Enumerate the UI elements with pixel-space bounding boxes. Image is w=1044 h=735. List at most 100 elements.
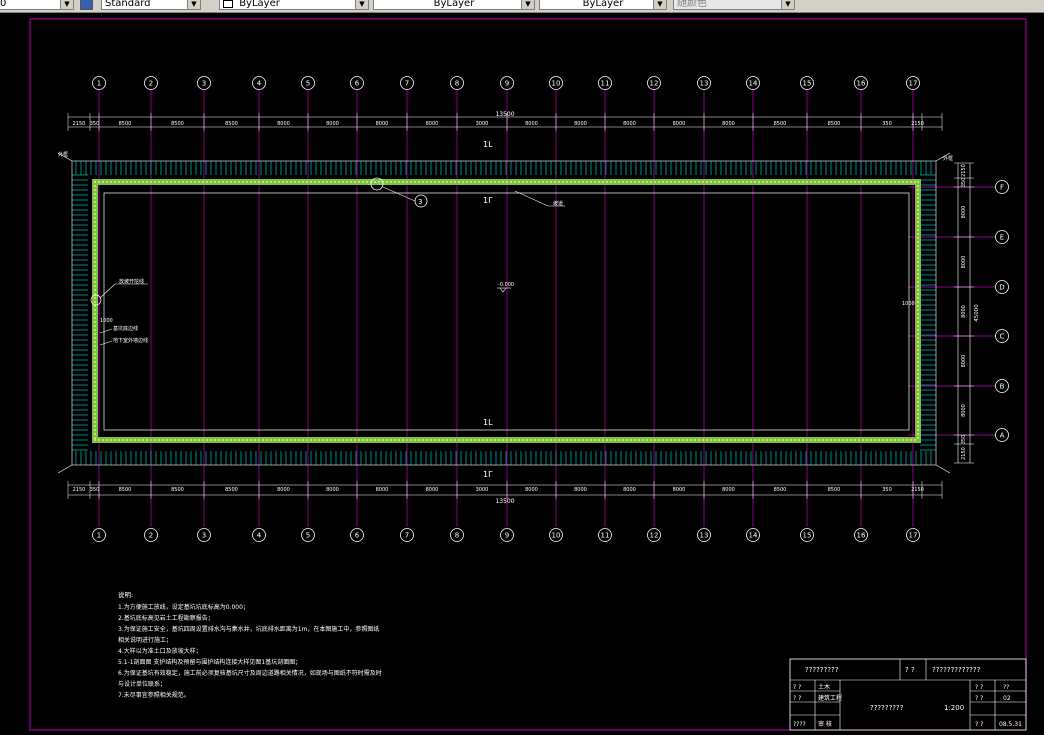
wall-dot (917, 237, 919, 239)
wall-dot (150, 181, 152, 183)
axis-label-top: 6 (355, 80, 360, 88)
wall-dot (458, 181, 460, 183)
wall-dot (222, 439, 224, 441)
chevron-down-icon[interactable]: ▼ (187, 0, 200, 9)
wall-dot (154, 181, 156, 183)
wall-dot (558, 181, 560, 183)
tb-row1-l1: ? ? (793, 684, 801, 691)
dim-bottom-value: 350 (90, 487, 100, 493)
cad-drawing[interactable]: 1122334455667788991010111112121313141415… (0, 13, 1044, 731)
wall-dot (210, 181, 212, 183)
wall-dot (634, 439, 636, 441)
dim-bottom-value: 350 (882, 487, 892, 493)
wall-dot (214, 181, 216, 183)
wall-dot (594, 439, 596, 441)
wall-dot (94, 305, 96, 307)
wall-dot (917, 277, 919, 279)
lineweight-control[interactable]: ByLayer ▼ (539, 0, 667, 10)
wall-dot (917, 365, 919, 367)
chevron-down-icon[interactable]: ▼ (355, 0, 368, 9)
wall-dot (626, 181, 628, 183)
plotstyle-control[interactable]: 随颜色 ▼ (673, 0, 795, 10)
wall-dot (458, 439, 460, 441)
wall-dot (917, 185, 919, 187)
wall-dot (94, 393, 96, 395)
wall-dot (94, 317, 96, 319)
wall-dot (854, 439, 856, 441)
wall-dot (410, 181, 412, 183)
dim-top-value: 8500 (828, 121, 841, 127)
wall-dot (870, 181, 872, 183)
wall-dot (282, 181, 284, 183)
wall-dot (486, 181, 488, 183)
notes-line-1: 1.为方便施工放线，设定基坑坑底标高为0.000； (118, 603, 249, 611)
wall-dot (146, 181, 148, 183)
dim-top-value: 8500 (225, 121, 238, 127)
linetype-control[interactable]: ByLayer ▼ (373, 0, 535, 10)
wall-dot (94, 233, 96, 235)
wall-dot (446, 439, 448, 441)
wall-dot (558, 439, 560, 441)
dim-top-value: 8500 (774, 121, 787, 127)
wall-dot (94, 421, 96, 423)
pit-plan (57, 152, 951, 474)
chevron-down-icon[interactable]: ▼ (60, 0, 73, 9)
tb-row1-l2: 土木 (818, 683, 830, 691)
wall-dot (282, 439, 284, 441)
wall-dot (234, 181, 236, 183)
wall-dot (917, 193, 919, 195)
wall-dot (794, 439, 796, 441)
axis-label-bottom: 1 (97, 532, 101, 540)
wall-dot (782, 181, 784, 183)
wall-dot (582, 181, 584, 183)
chevron-down-icon[interactable]: ▼ (521, 0, 534, 9)
chevron-down-icon[interactable]: ▼ (781, 0, 794, 9)
wall-dot (826, 181, 828, 183)
wall-dot (806, 439, 808, 441)
wall-dot (858, 181, 860, 183)
wall-dot (917, 341, 919, 343)
wall-dot (462, 181, 464, 183)
dim-bottom-value: 8000 (426, 487, 439, 493)
wall-dot (906, 181, 908, 183)
wall-dot (94, 333, 96, 335)
wall-dot (710, 181, 712, 183)
wall-dot (706, 439, 708, 441)
wall-dot (270, 181, 272, 183)
layer-dropdown[interactable]: 0 ▼ (0, 0, 74, 10)
dim-bottom-value: 8500 (774, 487, 787, 493)
wall-dot (610, 181, 612, 183)
wall-dot (690, 439, 692, 441)
wall-dot (250, 181, 252, 183)
wall-dot (786, 439, 788, 441)
text-style-icon[interactable] (80, 0, 93, 10)
wall-dot (546, 181, 548, 183)
wall-dot (917, 357, 919, 359)
label-1l-inner-bottom: 1Γ (483, 470, 493, 479)
wall-dot (917, 225, 919, 227)
wall-dot (178, 439, 180, 441)
text-style-dropdown[interactable]: Standard ▼ (101, 0, 201, 10)
color-control[interactable]: ByLayer ▼ (219, 0, 369, 10)
wall-dot (638, 181, 640, 183)
wall-dot (890, 181, 892, 183)
wall-dot (694, 439, 696, 441)
wall-dot (326, 181, 328, 183)
wall-dot (114, 439, 116, 441)
wall-dot (198, 439, 200, 441)
wall-dot (610, 439, 612, 441)
drawing-canvas[interactable]: 1 1 2 2 3 3 4 4 5 5 6 6 7 7 8 8 9 9 10 10 11 11 12 12 13 13 14 14 15… (0, 13, 1044, 731)
corner-line (57, 464, 73, 474)
dim-bottom-value: 8000 (525, 487, 538, 493)
wall-dot (94, 193, 96, 195)
wall-dot (386, 181, 388, 183)
wall-dot (226, 181, 228, 183)
wall-dot (362, 181, 364, 183)
wall-dot (94, 229, 96, 231)
wall-dot (114, 181, 116, 183)
wall-dot (94, 281, 96, 283)
wall-dot (554, 181, 556, 183)
chevron-down-icon[interactable]: ▼ (653, 0, 666, 9)
wall-dot (94, 201, 96, 203)
wall-dot (842, 181, 844, 183)
